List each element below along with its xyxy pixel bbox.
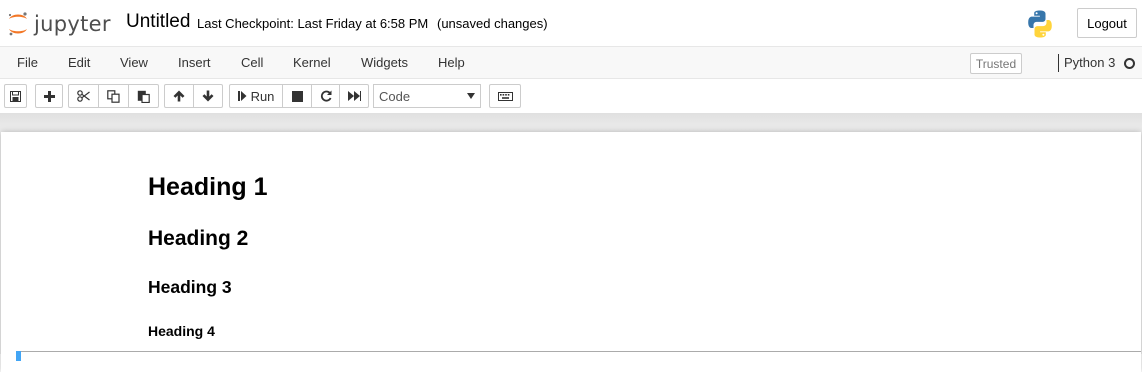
- insert-cell-button[interactable]: [35, 84, 63, 108]
- fast-forward-icon: [347, 91, 361, 101]
- plus-icon: [43, 90, 55, 102]
- checkpoint-status: Last Checkpoint: Last Friday at 6:58 PM: [197, 16, 429, 31]
- restart-kernel-button[interactable]: [311, 84, 340, 108]
- notebook-title[interactable]: Untitled: [126, 11, 190, 33]
- menu-view[interactable]: View: [120, 55, 148, 70]
- markdown-heading-3[interactable]: Heading 3: [148, 277, 232, 298]
- menu-edit[interactable]: Edit: [68, 55, 90, 70]
- paste-icon: [137, 90, 150, 103]
- cut-button[interactable]: [68, 84, 99, 108]
- markdown-heading-2[interactable]: Heading 2: [148, 227, 248, 251]
- kernel-name: Python 3: [1064, 55, 1116, 70]
- python-logo-icon: [1025, 9, 1055, 39]
- jupyter-logo[interactable]: jupyter: [6, 9, 111, 39]
- restart-icon: [320, 90, 332, 102]
- jupyter-logo-icon: [6, 10, 30, 38]
- logout-button[interactable]: Logout: [1077, 8, 1137, 38]
- kernel-divider: [1058, 54, 1059, 72]
- move-down-button[interactable]: [193, 84, 223, 108]
- menu-file[interactable]: File: [17, 55, 38, 70]
- toolbar: Run Code: [0, 80, 1142, 113]
- menu-kernel[interactable]: Kernel: [293, 55, 331, 70]
- copy-button[interactable]: [98, 84, 129, 108]
- dropdown-caret-icon: [467, 93, 475, 99]
- save-button[interactable]: [4, 84, 27, 108]
- arrow-down-icon: [202, 90, 214, 102]
- step-forward-icon: [237, 91, 247, 101]
- trusted-notebook-indicator[interactable]: Trusted: [970, 53, 1022, 74]
- stop-icon: [291, 90, 303, 102]
- cell-type-value: Code: [379, 88, 411, 104]
- markdown-heading-4[interactable]: Heading 4: [148, 323, 215, 339]
- notebook-site[interactable]: Heading 1 Heading 2 Heading 3 Heading 4: [0, 113, 1142, 372]
- move-up-button[interactable]: [164, 84, 194, 108]
- menu-help[interactable]: Help: [438, 55, 465, 70]
- paste-button[interactable]: [128, 84, 159, 108]
- cut-icon: [77, 90, 90, 102]
- arrow-up-icon: [173, 90, 185, 102]
- keyboard-icon: [497, 91, 513, 101]
- menu-cell[interactable]: Cell: [241, 55, 263, 70]
- notebook-container[interactable]: Heading 1 Heading 2 Heading 3 Heading 4: [1, 132, 1141, 372]
- save-icon: [10, 90, 21, 102]
- restart-run-all-button[interactable]: [339, 84, 369, 108]
- code-cell[interactable]: [17, 351, 1141, 361]
- interrupt-kernel-button[interactable]: [282, 84, 312, 108]
- menu-widgets[interactable]: Widgets: [361, 55, 408, 70]
- copy-icon: [107, 89, 120, 103]
- kernel-idle-icon: [1124, 58, 1135, 69]
- header-shadow: [0, 113, 1142, 133]
- run-button[interactable]: Run: [229, 84, 283, 108]
- cell-type-select[interactable]: Code: [373, 84, 481, 108]
- header: jupyter Untitled Last Checkpoint: Last F…: [0, 0, 1142, 46]
- selected-cell-marker: [16, 351, 21, 361]
- run-label: Run: [250, 88, 275, 104]
- menu-insert[interactable]: Insert: [178, 55, 211, 70]
- autosave-status: (unsaved changes): [437, 16, 548, 31]
- markdown-heading-1[interactable]: Heading 1: [148, 173, 267, 202]
- menubar: File Edit View Insert Cell Kernel Widget…: [0, 46, 1142, 79]
- logo-text: jupyter: [34, 12, 111, 36]
- command-palette-button[interactable]: [489, 84, 521, 108]
